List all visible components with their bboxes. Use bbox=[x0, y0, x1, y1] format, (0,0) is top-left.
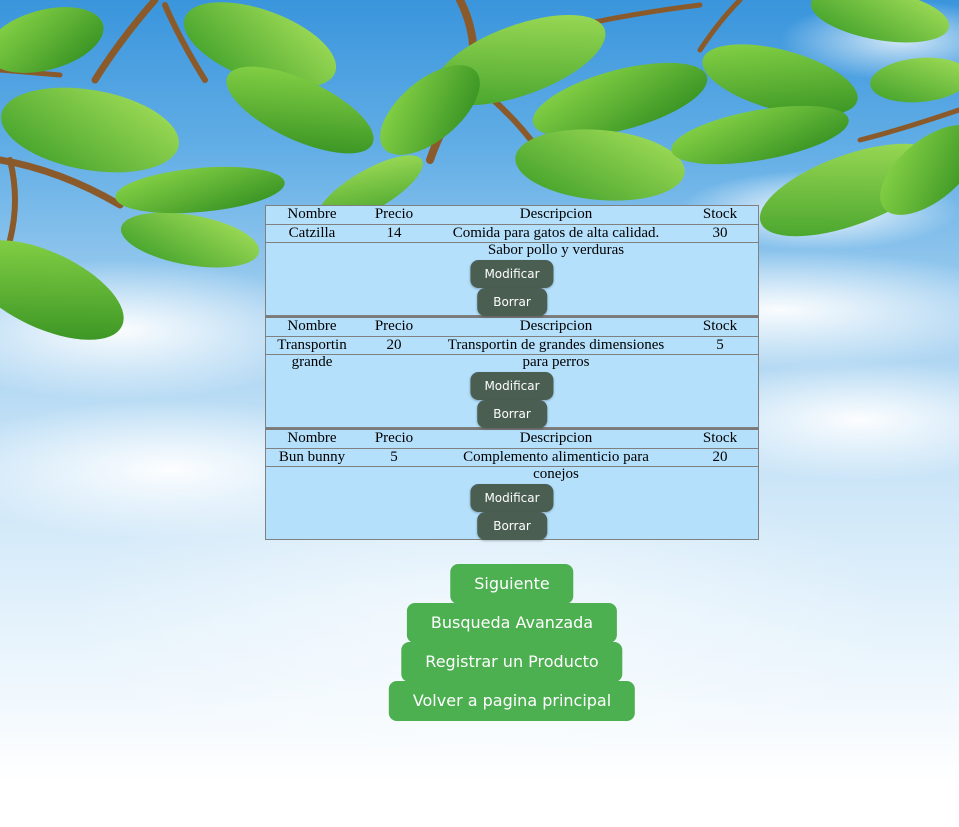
header-price: Precio bbox=[374, 206, 414, 222]
product-stock: 30 bbox=[712, 225, 728, 241]
header-price: Precio bbox=[374, 430, 414, 446]
product-description-continued: Sabor pollo y verduras bbox=[487, 242, 625, 258]
delete-button[interactable]: Borrar bbox=[477, 400, 547, 428]
table-row: Bun bunny 5 Complemento alimenticio para… bbox=[266, 449, 758, 467]
product-card: Nombre Precio Descripcion Stock Bun bunn… bbox=[265, 428, 759, 540]
header-stock: Stock bbox=[702, 206, 738, 222]
modify-button[interactable]: Modificar bbox=[470, 484, 554, 512]
product-description-continued: conejos bbox=[533, 466, 579, 482]
product-description: Complemento alimenticio para bbox=[463, 449, 649, 465]
modify-button[interactable]: Modificar bbox=[470, 372, 554, 400]
header-description: Descripcion bbox=[519, 318, 593, 334]
product-name-continued: grande bbox=[291, 354, 333, 370]
next-button[interactable]: Siguiente bbox=[450, 564, 574, 604]
product-actions: grande para perros Modificar Borrar bbox=[266, 354, 758, 428]
header-description: Descripcion bbox=[519, 206, 593, 222]
back-home-button[interactable]: Volver a pagina principal bbox=[388, 681, 636, 721]
product-actions: Sabor pollo y verduras Modificar Borrar bbox=[266, 242, 758, 316]
header-name: Nombre bbox=[287, 318, 337, 334]
header-name: Nombre bbox=[287, 430, 337, 446]
product-name: Bun bunny bbox=[278, 449, 346, 465]
register-product-button[interactable]: Registrar un Producto bbox=[401, 642, 623, 682]
header-stock: Stock bbox=[702, 430, 738, 446]
product-description: Comida para gatos de alta calidad. bbox=[452, 225, 660, 241]
table-row: Transportin 20 Transportin de grandes di… bbox=[266, 337, 758, 355]
modify-button[interactable]: Modificar bbox=[470, 260, 554, 288]
product-name: Catzilla bbox=[288, 225, 336, 241]
product-description-continued: para perros bbox=[522, 354, 590, 370]
product-card: Nombre Precio Descripcion Stock Transpor… bbox=[265, 316, 759, 428]
advanced-search-button[interactable]: Busqueda Avanzada bbox=[406, 603, 618, 643]
product-price: 14 bbox=[386, 225, 402, 241]
table-header-row: Nombre Precio Descripcion Stock bbox=[266, 430, 758, 449]
product-stock: 5 bbox=[716, 337, 724, 353]
product-actions: conejos Modificar Borrar bbox=[266, 466, 758, 540]
product-price: 5 bbox=[390, 449, 398, 465]
products-table: Nombre Precio Descripcion Stock Catzilla… bbox=[265, 205, 759, 540]
delete-button[interactable]: Borrar bbox=[477, 512, 547, 540]
product-card: Nombre Precio Descripcion Stock Catzilla… bbox=[265, 205, 759, 316]
product-name: Transportin bbox=[277, 337, 347, 353]
header-name: Nombre bbox=[287, 206, 337, 222]
delete-button[interactable]: Borrar bbox=[477, 288, 547, 316]
header-price: Precio bbox=[374, 318, 414, 334]
product-price: 20 bbox=[386, 337, 402, 353]
product-stock: 20 bbox=[712, 449, 728, 465]
table-row: Catzilla 14 Comida para gatos de alta ca… bbox=[266, 225, 758, 243]
product-description: Transportin de grandes dimensiones bbox=[447, 337, 665, 353]
table-header-row: Nombre Precio Descripcion Stock bbox=[266, 318, 758, 337]
table-header-row: Nombre Precio Descripcion Stock bbox=[266, 206, 758, 225]
header-stock: Stock bbox=[702, 318, 738, 334]
header-description: Descripcion bbox=[519, 430, 593, 446]
